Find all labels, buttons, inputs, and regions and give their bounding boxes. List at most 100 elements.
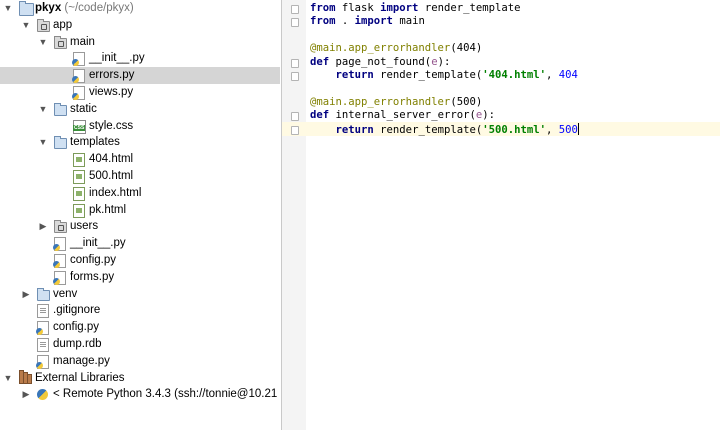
tree-label: app: [53, 17, 72, 34]
code-token: ,: [546, 69, 559, 81]
tree-label-text: < Remote Python 3.4.3 (ssh://tonnie@10.2…: [53, 388, 278, 401]
tree-label: venv: [53, 286, 77, 303]
tree-row-file-gitignore[interactable]: .gitignore: [0, 302, 280, 319]
tree-row-file-app-config[interactable]: config.py: [0, 252, 280, 269]
tree-row-file-index-html[interactable]: index.html: [0, 185, 280, 202]
python-file-icon: [53, 237, 66, 252]
code-token: @main.app_errorhandler: [310, 95, 451, 108]
tree-row-file-404-html[interactable]: 404.html: [0, 151, 280, 168]
code-editor[interactable]: from flask import render_template from . …: [306, 0, 720, 430]
tree-label: main: [70, 34, 95, 51]
tree-row-folder-static[interactable]: ▼ static: [0, 101, 280, 118]
tree-row-file-errors[interactable]: errors.py: [0, 67, 280, 85]
code-line[interactable]: def internal_server_error(e):: [310, 109, 495, 122]
tree-row-project-root[interactable]: ▼ pkyx (~/code/pkyx): [0, 0, 280, 17]
code-token: def: [310, 55, 330, 68]
tree-row-folder-users[interactable]: ▶ users: [0, 218, 280, 235]
tree-label: __init__.py: [89, 50, 145, 67]
code-token: '500.html': [482, 123, 547, 136]
fold-marker-icon[interactable]: [291, 18, 299, 28]
html-file-icon: [73, 203, 85, 218]
tree-label-text: dump.rdb: [53, 338, 102, 350]
tree-label-text: errors.py: [89, 69, 135, 82]
tree-label-path: (~/code/pkyx): [61, 2, 134, 14]
code-line[interactable]: @main.app_errorhandler(500): [310, 96, 482, 109]
tree-row-folder-venv[interactable]: ▶ venv: [0, 286, 280, 303]
tree-row-folder-app[interactable]: ▼ app: [0, 17, 280, 34]
python-file-icon: [53, 254, 66, 268]
fold-marker-icon[interactable]: [291, 112, 299, 122]
chevron-right-icon[interactable]: ▶: [37, 218, 49, 235]
code-token: from: [310, 2, 336, 14]
chevron-right-icon[interactable]: ▶: [20, 386, 32, 403]
chevron-down-icon[interactable]: ▼: [2, 370, 14, 387]
folder-icon: [54, 220, 67, 234]
code-token: internal_server_error(: [329, 109, 476, 122]
tree-label-text: users: [70, 220, 99, 233]
chevron-down-icon[interactable]: ▼: [37, 134, 49, 151]
code-token: (500): [450, 95, 483, 108]
tree-row-external-libraries[interactable]: ▼ External Libraries: [0, 369, 280, 387]
folder-icon: [54, 136, 67, 150]
code-token: 500: [558, 123, 578, 136]
code-line[interactable]: from flask import render_template: [310, 2, 521, 15]
python-file-icon: [72, 52, 85, 67]
tree-row-file-views[interactable]: views.py: [0, 84, 280, 101]
tree-row-file-dump-rdb[interactable]: dump.rdb: [0, 336, 280, 353]
code-line[interactable]: from . import main: [310, 15, 425, 28]
chevron-down-icon[interactable]: ▼: [2, 0, 14, 17]
tree-row-folder-templates[interactable]: ▼ templates: [0, 134, 280, 151]
code-token: return: [335, 123, 374, 136]
tree-label: config.py: [53, 319, 99, 336]
fold-marker-icon[interactable]: [291, 58, 299, 68]
chevron-down-icon[interactable]: ▼: [20, 17, 32, 34]
tree-label: 500.html: [89, 168, 133, 185]
tree-row-file-500-html[interactable]: 500.html: [0, 168, 280, 185]
tree-label-text: app: [53, 18, 73, 31]
code-token: flask: [335, 2, 381, 14]
code-token: main: [392, 15, 425, 28]
tree-label-text: pkyx: [35, 2, 62, 14]
tree-row-file-main-init[interactable]: __init__.py: [0, 50, 280, 67]
tree-label-text: manage.py: [53, 354, 110, 367]
python-file-icon: [36, 321, 49, 336]
code-token: render_template: [418, 2, 521, 14]
code-token: 404: [558, 69, 578, 81]
tree-row-file-app-init[interactable]: __init__.py: [0, 235, 280, 252]
tree-label: templates: [70, 134, 120, 151]
code-line[interactable]: def page_not_found(e):: [310, 56, 450, 69]
code-line[interactable]: return render_template('404.html', 404: [310, 69, 578, 82]
fold-marker-icon[interactable]: [291, 125, 299, 135]
chevron-down-icon[interactable]: ▼: [37, 101, 49, 118]
chevron-right-icon[interactable]: ▶: [20, 286, 32, 303]
tree-row-remote-python-interpreter[interactable]: ▶ < Remote Python 3.4.3 (ssh://tonnie@10.…: [0, 386, 280, 403]
html-file-icon: [73, 186, 85, 201]
code-line[interactable]: return render_template('500.html', 500: [310, 122, 579, 136]
tree-label: __init__.py: [70, 235, 126, 252]
tree-row-file-pk-html[interactable]: pk.html: [0, 202, 280, 219]
text-file-icon: [37, 338, 49, 352]
tree-label: < Remote Python 3.4.3 (ssh://tonnie@10.2…: [53, 386, 277, 403]
code-line[interactable]: @main.app_errorhandler(404): [310, 42, 482, 55]
tree-row-file-style-css[interactable]: style.css: [0, 118, 280, 135]
code-token: ,: [546, 123, 559, 136]
fold-marker-icon[interactable]: [291, 5, 299, 14]
tree-row-file-config[interactable]: config.py: [0, 319, 280, 336]
tree-row-folder-main[interactable]: ▼ main: [0, 34, 280, 51]
text-caret: [577, 122, 579, 135]
tree-label-text: config.py: [70, 254, 117, 266]
tree-label-text: style.css: [89, 119, 134, 132]
code-token: ):: [482, 109, 495, 122]
tree-label-text: index.html: [89, 186, 142, 199]
tree-label-text: __init__.py: [89, 52, 145, 65]
tree-row-file-forms[interactable]: forms.py: [0, 269, 280, 286]
python-icon: [37, 389, 48, 401]
tree-label-text: templates: [70, 136, 120, 149]
tree-row-file-manage[interactable]: manage.py: [0, 353, 280, 370]
fold-marker-icon[interactable]: [291, 72, 299, 81]
code-token: import: [354, 15, 393, 28]
chevron-down-icon[interactable]: ▼: [37, 34, 49, 51]
code-token: return: [335, 69, 374, 81]
tree-label: manage.py: [53, 353, 110, 370]
tree-label: static: [70, 101, 97, 118]
